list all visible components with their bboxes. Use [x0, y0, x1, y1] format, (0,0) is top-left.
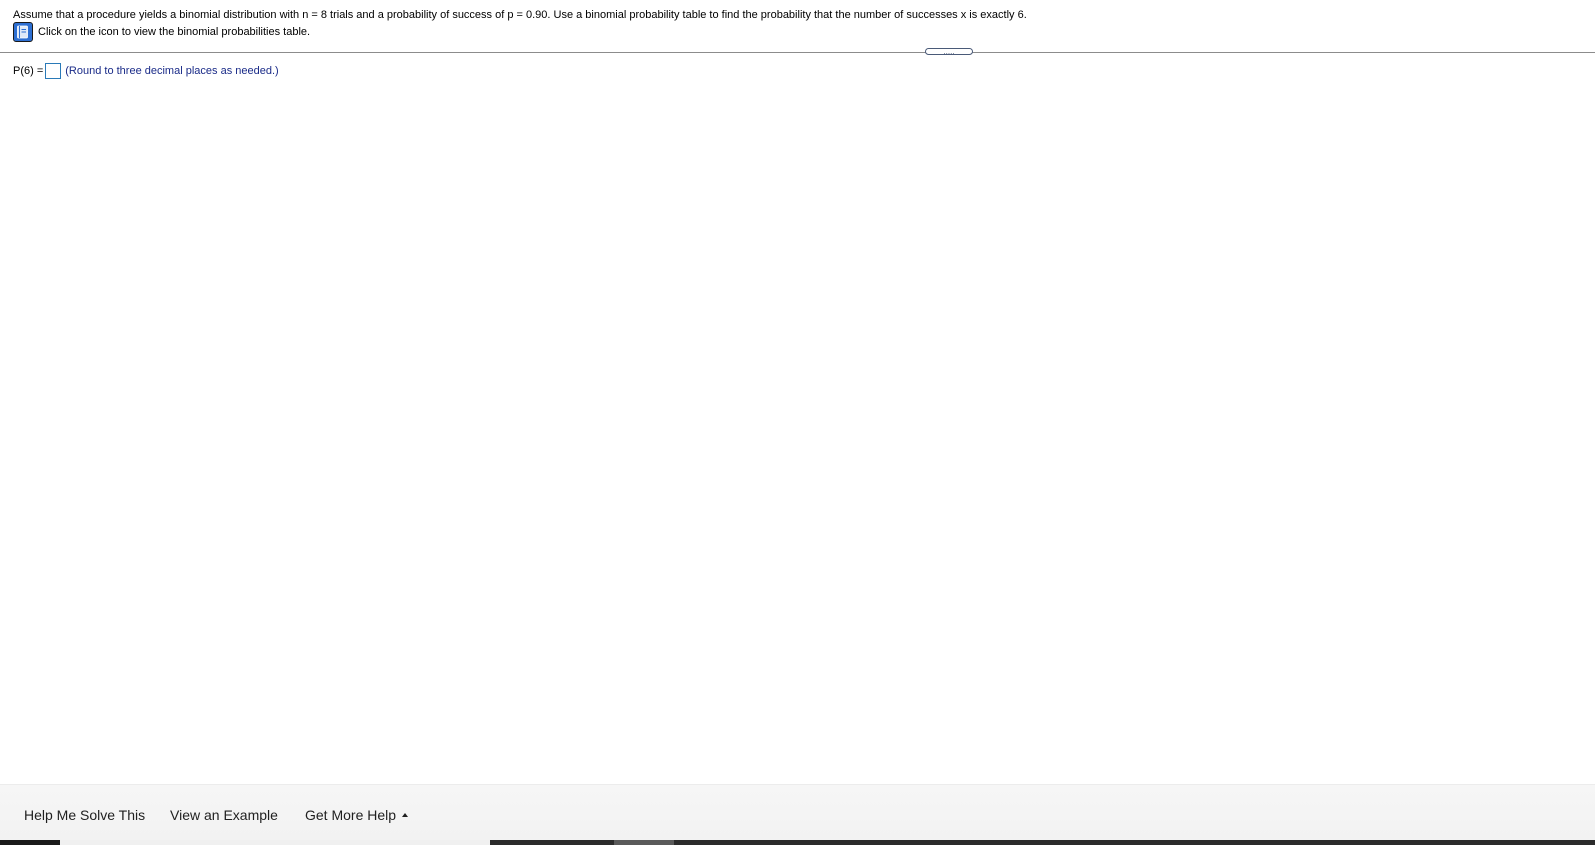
- answer-row: P(6) = (Round to three decimal places as…: [13, 62, 279, 79]
- table-link-row: Click on the icon to view the binomial p…: [13, 22, 310, 42]
- pane-divider: [0, 52, 1595, 53]
- answer-label: P(6) =: [13, 64, 44, 77]
- taskbar-segment: [614, 840, 674, 845]
- view-example-button[interactable]: View an Example: [170, 807, 278, 823]
- taskbar-segment: [60, 840, 490, 845]
- caret-up-icon: [402, 813, 409, 817]
- rounding-hint: (Round to three decimal places as needed…: [65, 64, 279, 77]
- answer-input[interactable]: [45, 62, 62, 79]
- pane-resize-handle[interactable]: .....: [925, 47, 973, 56]
- table-link-text: Click on the icon to view the binomial p…: [38, 25, 311, 38]
- handle-dots: .....: [943, 47, 955, 56]
- taskbar: [0, 840, 1595, 845]
- page: Assume that a procedure yields a binomia…: [0, 0, 1595, 845]
- help-bar: Help Me Solve This View an Example Get M…: [0, 784, 1595, 840]
- get-more-help-label: Get More Help: [305, 807, 397, 823]
- get-more-help-button[interactable]: Get More Help: [305, 807, 409, 823]
- help-me-solve-button[interactable]: Help Me Solve This: [24, 807, 145, 823]
- book-table-icon[interactable]: [13, 22, 33, 42]
- taskbar-segment: [0, 840, 60, 845]
- question-text: Assume that a procedure yields a binomia…: [13, 9, 1027, 21]
